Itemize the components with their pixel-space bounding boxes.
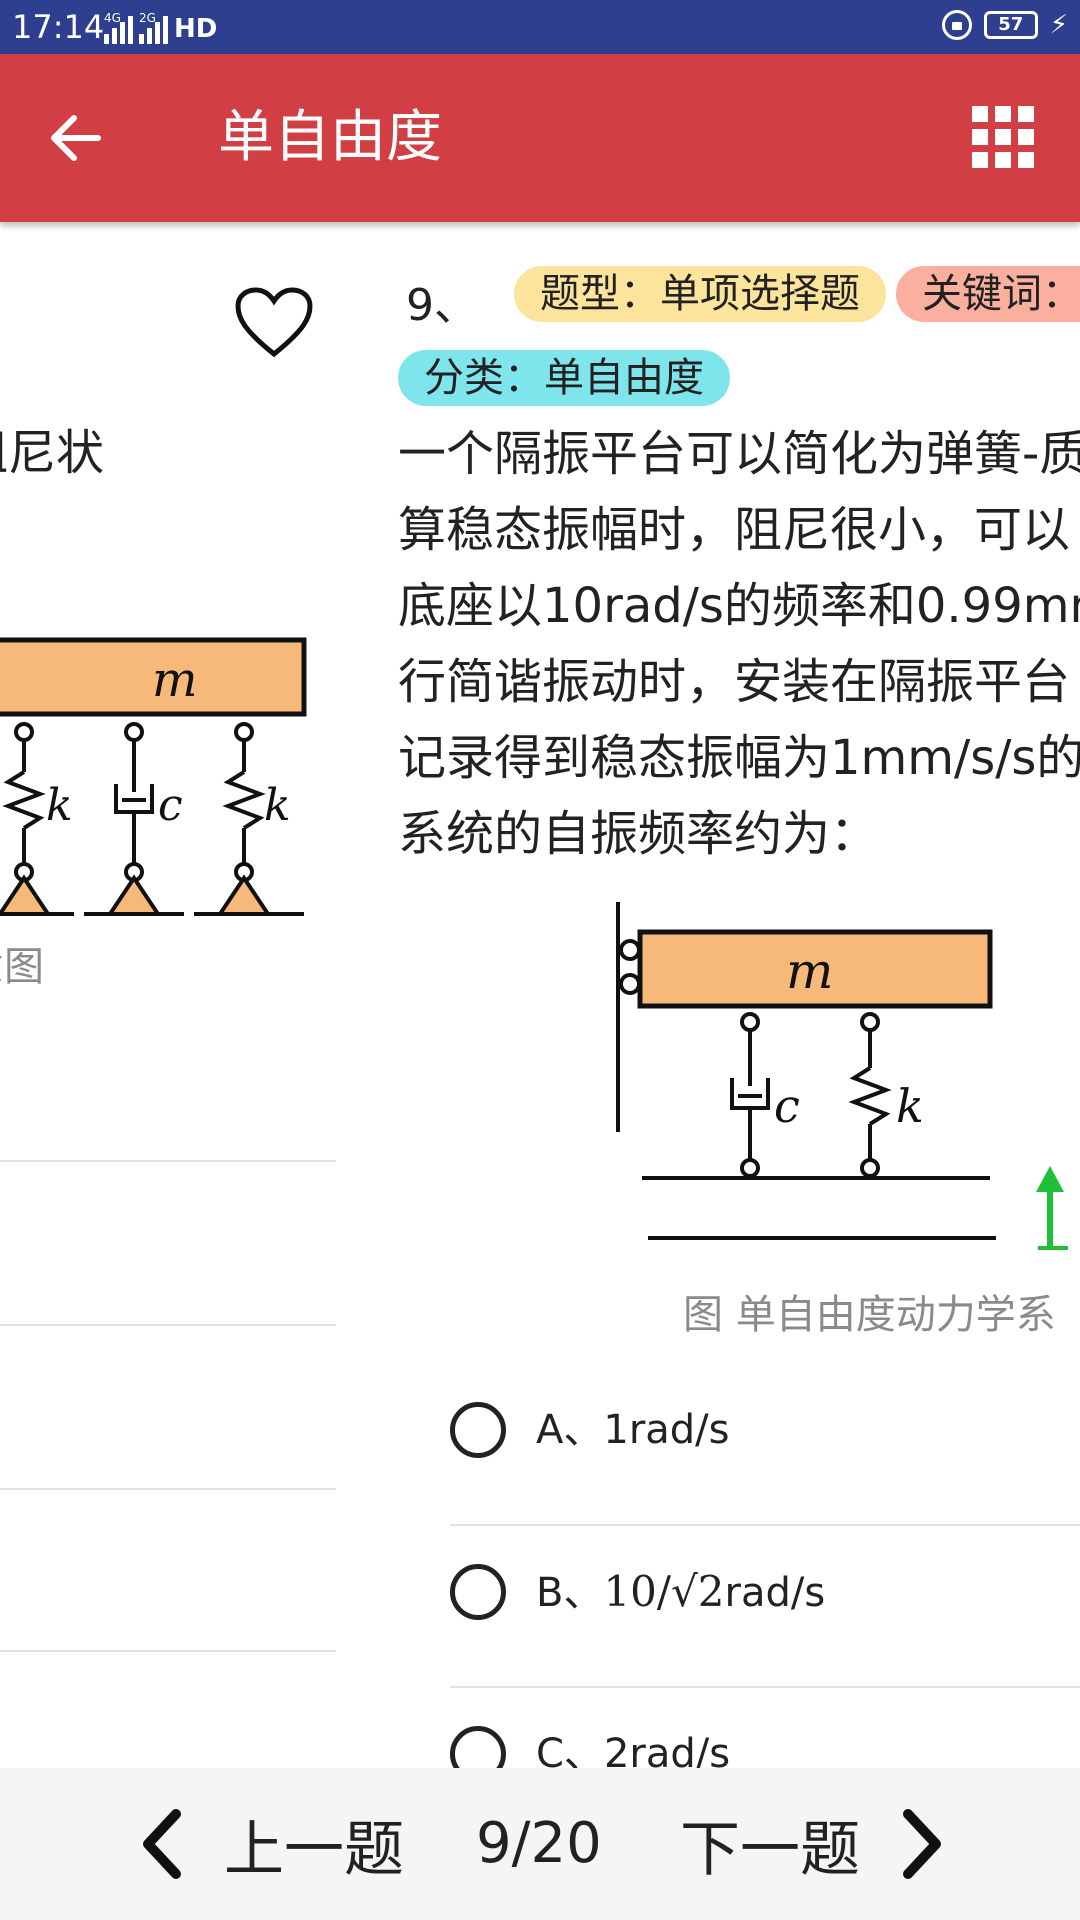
previous-question-card: 由度 临界阻尼状 态为 m k: [0, 222, 336, 1768]
question-figure: m c k: [616, 902, 1068, 1250]
radio-button[interactable]: [450, 1402, 506, 1458]
stem-line: 一个隔振平台可以简化为弹簧-质: [398, 426, 1080, 482]
network-indicators: 4G 2G HD: [104, 10, 217, 44]
status-bar: 17:14 4G 2G HD 57 ⚡: [0, 0, 1080, 54]
keyword-tag: 关键词：: [896, 266, 1080, 322]
next-label: 下一题: [680, 1814, 860, 1885]
spring-label: k: [264, 780, 291, 831]
bottom-navigation: 上一题 9/20 下一题: [0, 1768, 1080, 1920]
network-type-2: 2G: [139, 11, 156, 25]
signal-icon-1: 4G: [104, 12, 133, 44]
option-divider: [0, 1650, 336, 1652]
stem-line: 系统的自振频率约为：: [398, 806, 879, 862]
status-time: 17:14: [12, 8, 105, 46]
question-stem: 临界阻尼状 态为: [0, 414, 464, 570]
stem-line: 算稳态振幅时，阻尼很小，可以: [398, 502, 1071, 558]
question-stem: 一个隔振平台可以简化为弹簧-质 算稳态振幅时，阻尼很小，可以 底座以10rad/…: [398, 416, 1080, 872]
app-bar: 单自由度: [0, 54, 1080, 222]
option-divider: [0, 1324, 336, 1326]
radio-button[interactable]: [450, 1726, 506, 1768]
option-divider: [450, 1686, 1080, 1688]
question-type-tag: 题型：单项选择题: [514, 266, 886, 322]
stem-line: 行简谐振动时，安装在隔振平台: [398, 654, 1071, 710]
favorite-heart-icon[interactable]: [234, 286, 314, 358]
stem-line: 临界阻尼状: [0, 425, 105, 481]
question-pager[interactable]: 由度 临界阻尼状 态为 m k: [0, 222, 1080, 1768]
option-a[interactable]: A、1rad/s: [450, 1402, 1080, 1564]
mass-label: m: [786, 942, 833, 1000]
previous-question-button[interactable]: 上一题: [140, 1806, 404, 1885]
figure-caption: 图 单自由度动力学系: [683, 1292, 1056, 1338]
excitation-arrow-icon: [1036, 1166, 1068, 1250]
figure-caption: 意图: [0, 944, 44, 990]
option-label: A、1rad/s: [536, 1407, 730, 1453]
question-figure: m k c k: [0, 637, 307, 916]
grid-menu-icon[interactable]: [972, 106, 1034, 168]
option-label: B、10/√2rad/s: [536, 1567, 826, 1616]
page-title: 单自由度: [218, 105, 442, 170]
stem-line: 态为: [0, 492, 464, 570]
spring-label: k: [46, 780, 73, 831]
option-divider: [0, 1160, 336, 1162]
radio-button[interactable]: [450, 1564, 506, 1620]
back-arrow-icon[interactable]: [44, 106, 108, 170]
category-tag: 分类：单自由度: [398, 350, 730, 406]
charging-icon: ⚡: [1049, 10, 1068, 40]
option-label: C、2rad/s: [536, 1731, 731, 1768]
option-divider: [0, 1488, 336, 1490]
damper-label: c: [158, 780, 183, 831]
mass-label: m: [152, 652, 198, 708]
network-type-1: 4G: [104, 11, 121, 25]
damper-label: c: [774, 1079, 800, 1133]
question-number: 9、: [406, 280, 478, 331]
signal-icon-2: 2G: [139, 12, 168, 44]
spring-label: k: [896, 1079, 924, 1133]
option-b[interactable]: B、10/√2rad/s: [450, 1564, 1080, 1726]
hd-icon: HD: [174, 14, 218, 44]
chevron-right-icon: [903, 1809, 941, 1879]
battery-icon: 57: [983, 11, 1038, 39]
current-question-card: 9、 题型：单项选择题 关键词： 分类：单自由度 一个隔振平台可以简化为弹簧-质…: [398, 222, 1080, 1768]
question-counter: 9/20: [476, 1811, 602, 1876]
chevron-left-icon: [143, 1809, 181, 1879]
option-c[interactable]: C、2rad/s: [450, 1726, 1080, 1768]
previous-label: 上一题: [224, 1814, 404, 1885]
stem-line: 底座以10rad/s的频率和0.99mm: [398, 578, 1080, 634]
stem-line: 记录得到稳态振幅为1mm/s/s的: [398, 730, 1080, 786]
rotation-lock-icon: [941, 10, 972, 40]
next-question-button[interactable]: 下一题: [680, 1806, 944, 1885]
option-formula: 10/√2: [603, 1567, 725, 1616]
option-divider: [450, 1524, 1080, 1526]
